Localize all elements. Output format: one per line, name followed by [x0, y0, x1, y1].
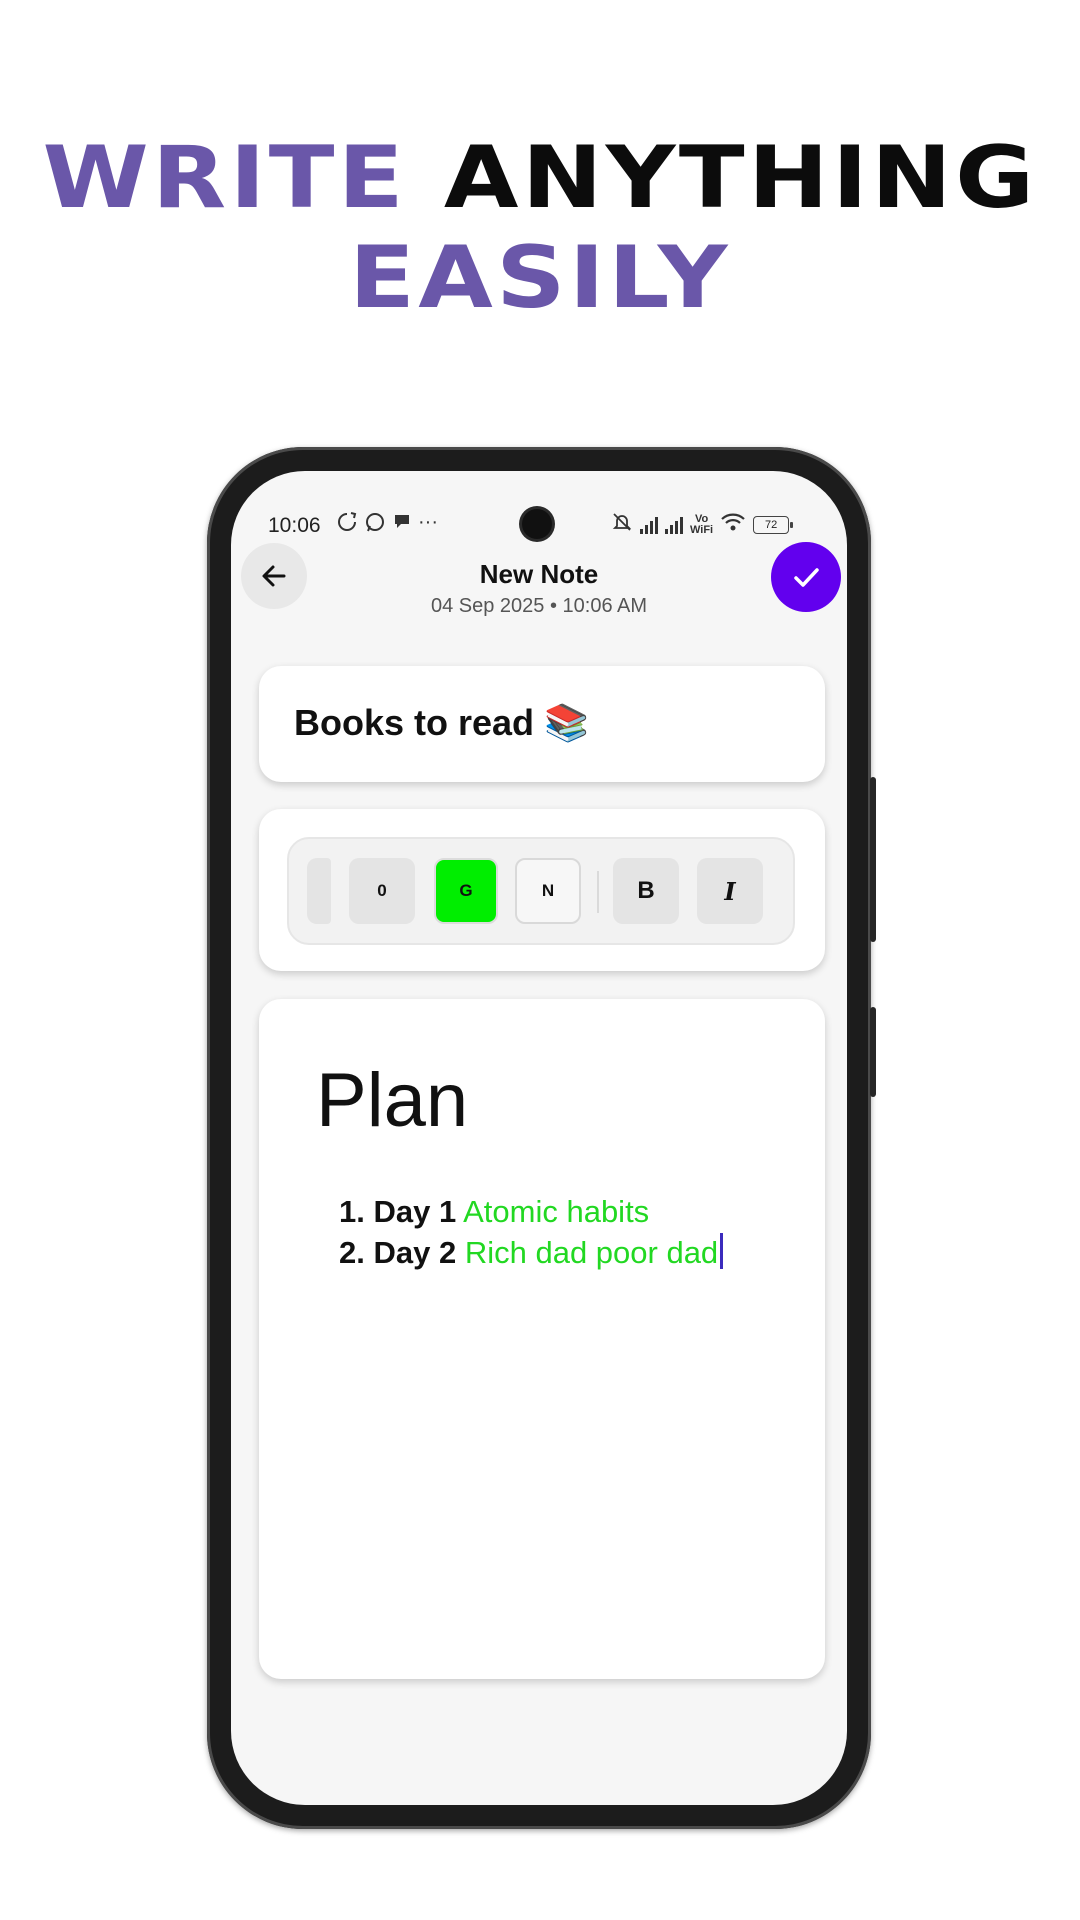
page-title: New Note: [479, 559, 599, 589]
toolbar-divider: [597, 871, 599, 913]
wifi-icon: [720, 512, 746, 537]
system-icons: Vo WiFi 72: [611, 511, 794, 538]
note-timestamp: 04 Sep 2025 • 10:06 AM: [430, 595, 648, 617]
signal-icon-2: [665, 516, 683, 534]
editor-heading: Plan: [316, 1058, 469, 1143]
text-cursor: [720, 1233, 724, 1269]
signal-icon: [640, 516, 658, 534]
battery-icon: 72: [753, 515, 794, 534]
headline-word-anything: ANYTHING: [443, 128, 1038, 228]
note-title-card[interactable]: Books to read 📚: [259, 666, 825, 782]
list-item-value: Atomic habits: [463, 1194, 650, 1229]
save-button[interactable]: [771, 542, 841, 612]
header-titles: New Note 04 Sep 2025 • 10:06 AM: [231, 559, 847, 618]
list-item-label: 1. Day 1: [339, 1194, 457, 1229]
note-title-input[interactable]: Books to read 📚: [294, 702, 589, 744]
check-icon: [794, 568, 819, 587]
toolbar-button-partial[interactable]: [307, 858, 331, 924]
phone-screen: 10:06 ··· Vo WiFi 72 New Note 04 Sep 202…: [231, 471, 847, 1805]
status-bar: 10:06 ··· Vo WiFi 72: [231, 471, 847, 541]
muted-bell-icon: [611, 511, 633, 538]
notification-icons: ···: [336, 511, 438, 539]
sync-icon: [336, 511, 358, 539]
phone-side-button: [870, 777, 876, 942]
promo-headline: WRITE ANYTHING EASILY: [0, 128, 1080, 328]
headline-word-easily: EASILY: [349, 228, 731, 328]
green-color-button[interactable]: G: [434, 858, 498, 924]
formatting-card: 0 G N B I: [259, 809, 825, 971]
ordered-list: 1. Day 1 Atomic habits 2. Day 2 Rich dad…: [339, 1191, 724, 1273]
list-item: 2. Day 2 Rich dad poor dad: [339, 1232, 724, 1273]
whatsapp-icon: [364, 511, 386, 539]
italic-button[interactable]: I: [697, 858, 763, 924]
heading-0-button[interactable]: 0: [349, 858, 415, 924]
normal-color-button[interactable]: N: [515, 858, 581, 924]
phone-frame: 10:06 ··· Vo WiFi 72 New Note 04 Sep 202…: [207, 447, 876, 1829]
note-editor[interactable]: Plan 1. Day 1 Atomic habits 2. Day 2 Ric…: [259, 999, 825, 1679]
front-camera: [522, 509, 552, 539]
chat-bubble-icon: [392, 511, 412, 539]
phone-power-button: [870, 1007, 876, 1097]
more-icon: ···: [418, 511, 438, 533]
list-item: 1. Day 1 Atomic habits: [339, 1191, 723, 1232]
list-item-value: Rich dad poor dad: [464, 1235, 719, 1270]
formatting-toolbar: 0 G N B I: [287, 837, 795, 945]
list-item-label: 2. Day 2: [339, 1235, 457, 1270]
bold-button[interactable]: B: [613, 858, 679, 924]
headline-word-write: WRITE: [42, 128, 408, 228]
status-time: 10:06: [268, 514, 321, 537]
vowifi-icon: Vo WiFi: [690, 512, 714, 536]
